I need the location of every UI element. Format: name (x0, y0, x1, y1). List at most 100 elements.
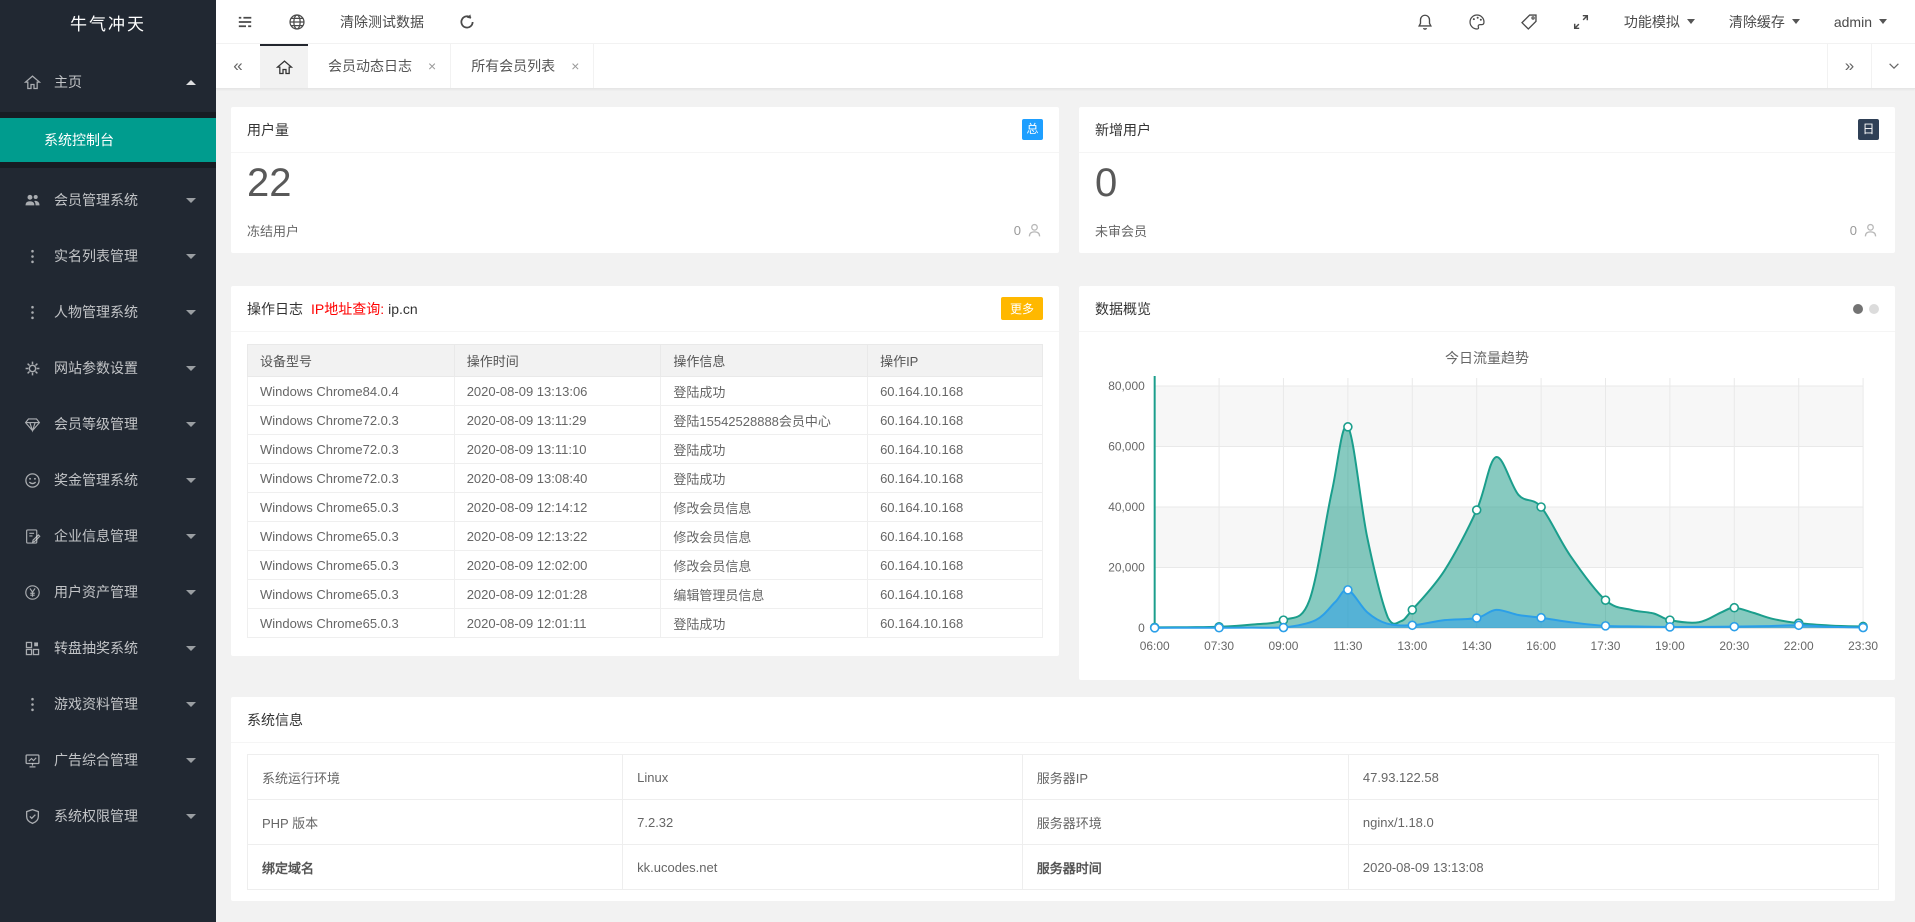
sidebar-item-persons[interactable]: 人物管理系统 (0, 288, 216, 336)
cell-time: 2020-08-09 13:11:10 (454, 435, 661, 464)
yen-icon (24, 584, 41, 601)
caret-down-icon (1792, 19, 1800, 24)
more-button[interactable]: 更多 (1001, 297, 1043, 320)
carousel-indicators (1853, 304, 1879, 314)
sidebar: 牛气冲天 主页 系统控制台 会员管理系统 实名列表管理 (0, 0, 216, 922)
close-icon[interactable]: × (428, 58, 436, 74)
cell-info: 修改会员信息 (661, 522, 868, 551)
sidebar-item-lottery[interactable]: 转盘抽奖系统 (0, 624, 216, 672)
sidebar-item-site-params[interactable]: 网站参数设置 (0, 344, 216, 392)
clear-cache-label: 清除缓存 (1729, 12, 1785, 32)
ellipsis-icon (24, 696, 41, 713)
cell-time: 2020-08-09 12:02:00 (454, 551, 661, 580)
sidebar-item-ads[interactable]: 广告综合管理 (0, 736, 216, 784)
clear-test-data-button[interactable]: 清除测试数据 (340, 12, 424, 32)
caret-down-icon (186, 478, 196, 483)
sidebar-item-permissions[interactable]: 系统权限管理 (0, 792, 216, 840)
card-title: 用户量 (247, 120, 289, 140)
tab-label: 所有会员列表 (471, 56, 555, 76)
sys-value: kk.ucodes.net (623, 845, 1023, 890)
column-header: 操作IP (868, 345, 1043, 377)
cell-info: 登陆成功 (661, 435, 868, 464)
table-row: Windows Chrome72.0.32020-08-09 13:08:40登… (248, 464, 1043, 493)
sidebar-item-home[interactable]: 主页 (0, 58, 216, 106)
cell-ip: 60.164.10.168 (868, 609, 1043, 638)
table-row: 系统运行环境 Linux 服务器IP 47.93.122.58 (248, 755, 1879, 800)
fullscreen-icon[interactable] (1572, 13, 1590, 31)
tab-home[interactable] (260, 44, 308, 88)
caret-down-icon (186, 422, 196, 427)
tabs-scroll-right-button[interactable]: » (1827, 44, 1871, 88)
carousel-dot[interactable] (1869, 304, 1879, 314)
cell-device: Windows Chrome65.0.3 (248, 551, 455, 580)
sidebar-item-bonus[interactable]: 奖金管理系统 (0, 456, 216, 504)
caret-down-icon (186, 646, 196, 651)
clear-cache-menu[interactable]: 清除缓存 (1729, 12, 1800, 32)
sys-label: 系统运行环境 (248, 755, 623, 800)
sidebar-item-label: 主页 (54, 72, 82, 92)
caret-down-icon (186, 254, 196, 259)
sidebar-item-member-levels[interactable]: 会员等级管理 (0, 400, 216, 448)
user-icon (1862, 222, 1879, 239)
sys-value: nginx/1.18.0 (1348, 800, 1878, 845)
sidebar-item-game-data[interactable]: 游戏资料管理 (0, 680, 216, 728)
tabs-menu-button[interactable] (1871, 44, 1915, 88)
cell-device: Windows Chrome65.0.3 (248, 580, 455, 609)
tabs-scroll-left-button[interactable]: « (216, 44, 260, 88)
sys-value: Linux (623, 755, 1023, 800)
bell-icon[interactable] (1416, 13, 1434, 31)
cell-device: Windows Chrome72.0.3 (248, 406, 455, 435)
gear-icon (24, 360, 41, 377)
svg-text:07:30: 07:30 (1204, 639, 1234, 653)
sidebar-item-enterprise[interactable]: 企业信息管理 (0, 512, 216, 560)
sidebar-toggle-icon[interactable] (236, 13, 254, 31)
tab-spacer (594, 44, 1827, 88)
caret-down-icon (186, 366, 196, 371)
sidebar-item-members[interactable]: 会员管理系统 (0, 176, 216, 224)
table-row: Windows Chrome72.0.32020-08-09 13:11:10登… (248, 435, 1043, 464)
card-title: 新增用户 (1095, 120, 1151, 140)
doc-edit-icon (24, 528, 41, 545)
cell-ip: 60.164.10.168 (868, 493, 1043, 522)
carousel-dot-active[interactable] (1853, 304, 1863, 314)
diamond-icon (24, 416, 41, 433)
refresh-icon[interactable] (458, 13, 476, 31)
tag-icon[interactable] (1520, 13, 1538, 31)
cell-info: 登陆成功 (661, 377, 868, 406)
svg-text:14:30: 14:30 (1462, 639, 1492, 653)
tab-member-log[interactable]: 会员动态日志× (308, 44, 451, 88)
user-menu[interactable]: admin (1834, 14, 1887, 30)
caret-down-icon (186, 702, 196, 707)
shield-check-icon (24, 808, 41, 825)
ellipsis-icon (24, 248, 41, 265)
unreviewed-members-label: 未审会员 (1095, 221, 1147, 240)
globe-icon[interactable] (288, 13, 306, 31)
username: admin (1834, 14, 1872, 30)
ip-query-link[interactable]: ip.cn (388, 301, 418, 317)
cell-time: 2020-08-09 13:11:29 (454, 406, 661, 435)
tab-bar: « 会员动态日志× 所有会员列表 × » (216, 44, 1915, 89)
sidebar-item-realname[interactable]: 实名列表管理 (0, 232, 216, 280)
sidebar-item-assets[interactable]: 用户资产管理 (0, 568, 216, 616)
total-badge[interactable]: 总 (1022, 119, 1043, 140)
table-row: Windows Chrome65.0.32020-08-09 12:02:00修… (248, 551, 1043, 580)
cell-time: 2020-08-09 12:13:22 (454, 522, 661, 551)
users-total-value: 22 (231, 153, 1059, 206)
sidebar-item-console[interactable]: 系统控制台 (0, 118, 216, 162)
cell-ip: 60.164.10.168 (868, 551, 1043, 580)
theme-palette-icon[interactable] (1468, 13, 1486, 31)
sidebar-item-label: 实名列表管理 (54, 246, 138, 266)
daily-badge[interactable]: 日 (1858, 119, 1879, 140)
sidebar-item-label: 系统权限管理 (54, 806, 138, 826)
svg-text:40,000: 40,000 (1108, 500, 1145, 514)
sidebar-nav: 主页 系统控制台 会员管理系统 实名列表管理 人物管理系统 (0, 58, 216, 840)
app-title: 牛气冲天 (0, 0, 216, 50)
cell-ip: 60.164.10.168 (868, 522, 1043, 551)
sys-label: PHP 版本 (248, 800, 623, 845)
cell-time: 2020-08-09 13:08:40 (454, 464, 661, 493)
svg-text:16:00: 16:00 (1526, 639, 1556, 653)
close-icon[interactable]: × (571, 58, 579, 74)
user-icon (1026, 222, 1043, 239)
tab-member-list[interactable]: 所有会员列表 × (451, 44, 594, 88)
function-sim-menu[interactable]: 功能模拟 (1624, 12, 1695, 32)
